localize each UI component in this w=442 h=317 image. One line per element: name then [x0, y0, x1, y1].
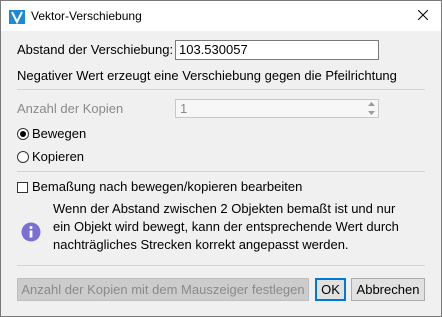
- radio-copy-label[interactable]: Kopieren: [32, 149, 84, 164]
- cancel-button[interactable]: Abbrechen: [351, 278, 425, 301]
- radio-copy[interactable]: [17, 151, 29, 163]
- close-icon: [418, 10, 428, 20]
- spin-down-icon[interactable]: [368, 110, 375, 115]
- copies-value: 1: [180, 101, 188, 116]
- separator: [17, 171, 425, 172]
- spin-up-icon[interactable]: [368, 102, 375, 107]
- dialog-window: Vektor-Verschiebung Abstand der Verschie…: [0, 0, 442, 317]
- spinner-arrows[interactable]: [365, 100, 378, 117]
- close-button[interactable]: [409, 3, 437, 27]
- separator: [17, 89, 425, 90]
- info-text: Wenn der Abstand zwischen 2 Objekten bem…: [53, 201, 399, 252]
- title-bar[interactable]: Vektor-Verschiebung: [1, 1, 441, 31]
- distance-input[interactable]: 103.530057: [175, 40, 379, 60]
- ok-button[interactable]: OK: [315, 278, 346, 301]
- info-icon: [21, 222, 41, 242]
- edit-dimension-label[interactable]: Bemaßung nach bewegen/kopieren bearbeite…: [32, 179, 302, 194]
- set-copies-mouse-button[interactable]: Anzahl der Kopien mit dem Mauszeiger fes…: [17, 278, 309, 301]
- radio-move[interactable]: [17, 128, 29, 140]
- window-title: Vektor-Verschiebung: [31, 9, 142, 23]
- edit-dimension-checkbox[interactable]: [17, 182, 28, 193]
- distance-hint: Negativer Wert erzeugt eine Verschiebung…: [17, 68, 397, 83]
- copies-spinner[interactable]: 1: [175, 99, 379, 118]
- distance-label: Abstand der Verschiebung:: [17, 42, 174, 57]
- radio-move-label[interactable]: Bewegen: [32, 126, 86, 141]
- copies-label: Anzahl der Kopien: [17, 101, 124, 116]
- app-icon: [9, 10, 25, 24]
- separator: [17, 265, 425, 266]
